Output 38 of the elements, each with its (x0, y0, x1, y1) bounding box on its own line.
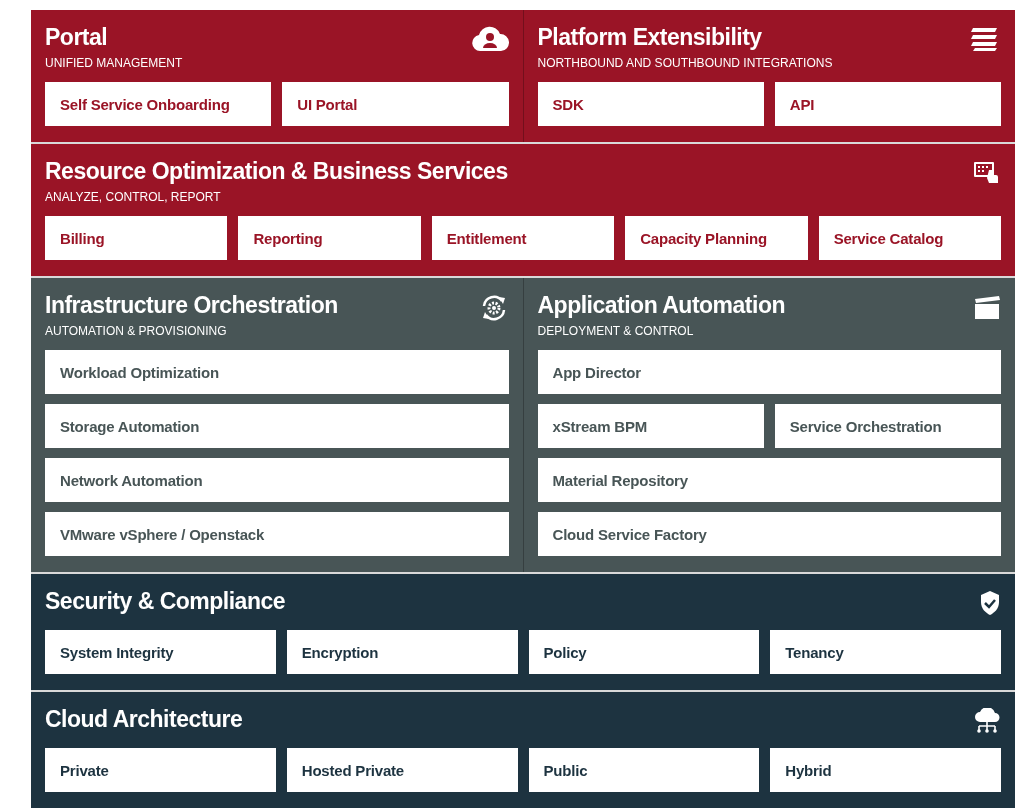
component-box: Service Orchestration (774, 404, 1001, 448)
component-box: Billing (45, 216, 228, 260)
component-box: Tenancy (770, 630, 1001, 674)
section-title: Infrastructure Orchestration (45, 292, 338, 318)
component-box: Workload Optimization (45, 350, 509, 394)
component-box: API (774, 82, 1001, 126)
component-box: Material Repository (537, 458, 1001, 502)
component-box: Capacity Planning (625, 216, 808, 260)
component-box: Entitlement (431, 216, 615, 260)
component-box: Hybrid (770, 748, 1001, 792)
component-box: Encryption (286, 630, 518, 674)
section-subtitle: UNIFIED MANAGEMENT (45, 56, 183, 70)
component-box: Hosted Private (286, 748, 518, 792)
section-subtitle: NORTHBOUND AND SOUTHBOUND INTEGRATIONS (537, 56, 833, 70)
section-title: Platform Extensibility (537, 24, 762, 50)
component-box: Policy (528, 630, 760, 674)
component-box: UI Portal (282, 82, 509, 126)
section-title: Cloud Architecture (45, 706, 243, 732)
section-subtitle: DEPLOYMENT & CONTROL (537, 324, 695, 338)
component-box: Self Service Onboarding (45, 82, 272, 126)
section-subtitle: ANALYZE, CONTROL, REPORT (45, 190, 222, 204)
section-subtitle: AUTOMATION & PROVISIONING (45, 324, 228, 338)
component-box: Network Automation (45, 458, 509, 502)
component-box: xStream BPM (537, 404, 764, 448)
component-box: Reporting (238, 216, 421, 260)
section-title: Application Automation (537, 292, 785, 318)
component-box: SDK (537, 82, 764, 126)
component-box: Private (45, 748, 276, 792)
component-box: VMware vSphere / Openstack (45, 512, 509, 556)
component-box: Storage Automation (45, 404, 509, 448)
component-box: App Director (537, 350, 1001, 394)
section-title: Resource Optimization & Business Services (45, 158, 508, 184)
section-title: Portal (45, 24, 108, 50)
component-box: System Integrity (45, 630, 276, 674)
component-box: Service Catalog (818, 216, 1002, 260)
component-box: Public (528, 748, 760, 792)
component-box: Cloud Service Factory (537, 512, 1001, 556)
section-title: Security & Compliance (45, 588, 286, 614)
